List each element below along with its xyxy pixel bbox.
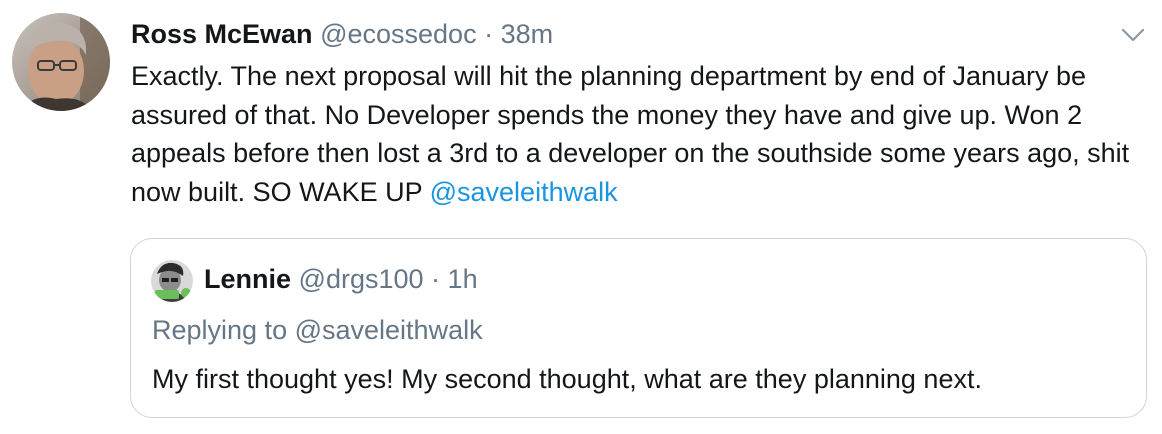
mention-link[interactable]: @saveleithwalk [430,177,618,207]
replying-to-handle[interactable]: @saveleithwalk [295,315,483,345]
replying-to-prefix: Replying to [152,315,295,345]
quoted-author-handle[interactable]: @drgs100 [299,264,424,294]
tweet-timestamp[interactable]: 38m [501,19,554,49]
author-handle[interactable]: @ecossedoc [320,19,477,49]
tweet-text: Exactly. The next proposal will hit the … [131,57,1141,211]
quoted-tweet-text: My first thought yes! My second thought,… [152,364,982,394]
separator-dot: · [484,19,494,49]
author-name[interactable]: Ross McEwan [131,19,313,49]
separator-dot: · [431,264,441,294]
tweet-text-content: Exactly. The next proposal will hit the … [131,61,1130,207]
replying-to-line: Replying to @saveleithwalk [152,310,483,350]
tweet[interactable]: Ross McEwan @ecossedoc · 38m Exactly. Th… [0,0,1162,434]
quoted-tweet-header: Lennie @drgs100 · 1h [204,259,478,299]
quoted-tweet-timestamp[interactable]: 1h [448,264,478,294]
quoted-author-avatar[interactable] [151,260,193,302]
author-avatar[interactable] [12,13,110,111]
quoted-tweet[interactable]: Lennie @drgs100 · 1h Replying to @savele… [130,238,1147,418]
tweet-header: Ross McEwan @ecossedoc · 38m [131,14,553,54]
chevron-down-icon[interactable] [1118,20,1148,50]
quoted-author-name[interactable]: Lennie [204,264,291,294]
